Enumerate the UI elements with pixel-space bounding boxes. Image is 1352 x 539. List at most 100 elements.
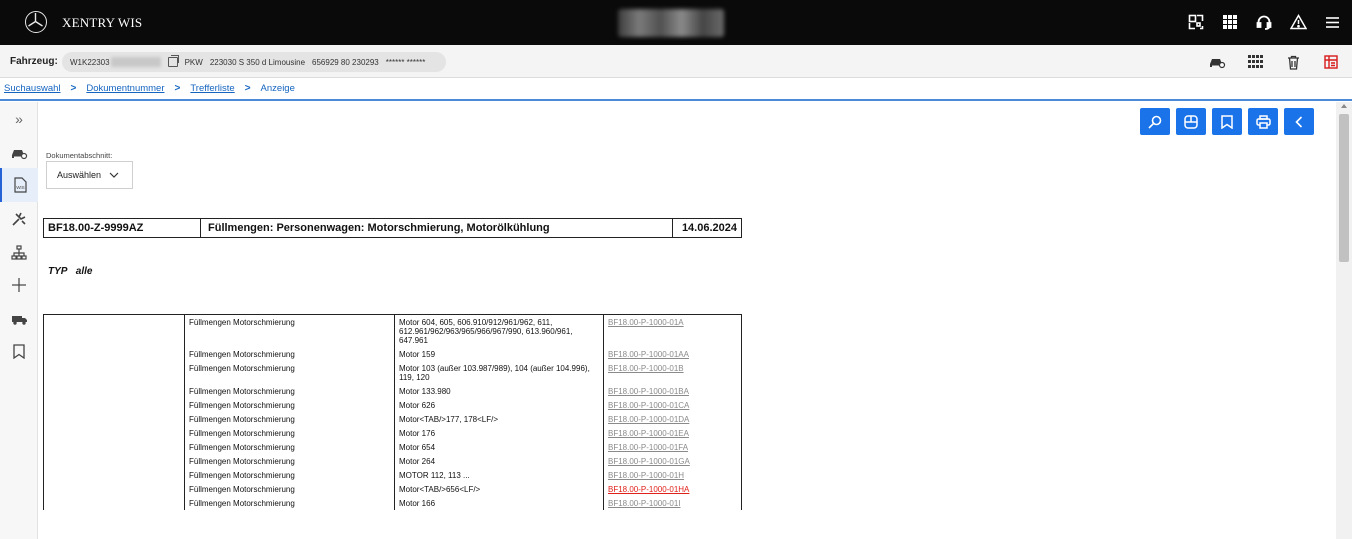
table-cell-description: Füllmengen Motorschmierung bbox=[184, 468, 395, 482]
table-row: Füllmengen Motorschmierung Motor 654 BF18.… bbox=[43, 440, 742, 454]
typ-line: TYP alle bbox=[48, 266, 92, 277]
table-cell-engine: Motor<TAB/>177, 178<LF/> bbox=[394, 412, 604, 426]
table-cell-document-link[interactable]: BF18.00-P-1000-01DA bbox=[604, 412, 742, 426]
clear-vehicle-icon[interactable] bbox=[1322, 53, 1340, 71]
vehicle-type: PKW bbox=[184, 57, 203, 67]
trash-icon[interactable] bbox=[1284, 53, 1302, 71]
breadcrumb-current: Anzeige bbox=[260, 83, 295, 94]
breadcrumb-separator: > bbox=[244, 83, 251, 94]
table-cell-document-link[interactable]: BF18.00-P-1000-01AA bbox=[604, 347, 742, 361]
table-cell-document-link[interactable]: BF18.00-P-1000-01CA bbox=[604, 398, 742, 412]
app-title: XENTRY WIS bbox=[62, 15, 143, 30]
table-row: Füllmengen Motorschmierung MOTOR 112, 113… bbox=[43, 468, 742, 482]
scroll-thumb[interactable] bbox=[1339, 114, 1349, 262]
table-cell-engine: Motor 133.980 bbox=[394, 384, 604, 398]
table-cell-document-link[interactable]: BF18.00-P-1000-01I bbox=[604, 496, 742, 510]
table-cell-description: Füllmengen Motorschmierung bbox=[184, 361, 395, 384]
table-cell-description: Füllmengen Motorschmierung bbox=[184, 347, 395, 361]
table-cell-engine: Motor 176 bbox=[394, 426, 604, 440]
bookmark-icon[interactable] bbox=[0, 334, 38, 368]
apps-grid-icon[interactable] bbox=[1220, 12, 1240, 32]
headset-support-icon[interactable] bbox=[1254, 12, 1274, 32]
blurred-region bbox=[618, 9, 724, 37]
mercedes-logo-icon[interactable] bbox=[25, 11, 47, 33]
collapse-panel-button[interactable] bbox=[1284, 108, 1314, 135]
breadcrumb-trefferliste[interactable]: Trefferliste bbox=[190, 83, 234, 94]
vertical-scrollbar[interactable] bbox=[1336, 102, 1352, 539]
table-cell-document-link[interactable]: BF18.00-P-1000-01GA bbox=[604, 454, 742, 468]
section-select[interactable]: Auswählen bbox=[46, 161, 133, 189]
table-row: Füllmengen Motorschmierung Motor 166 BF18.… bbox=[43, 496, 742, 510]
table-cell-engine: Motor 159 bbox=[394, 347, 604, 361]
table-cell-document-link[interactable]: BF18.00-P-1000-01FA bbox=[604, 440, 742, 454]
table-cell-engine: MOTOR 112, 113 ... bbox=[394, 468, 604, 482]
tools-icon[interactable] bbox=[0, 202, 38, 236]
table-cell-description: Füllmengen Motorschmierung bbox=[184, 426, 395, 440]
table-cell-engine: Motor 604, 605, 606.910/912/961/962, 611… bbox=[394, 314, 604, 347]
copy-icon[interactable] bbox=[167, 55, 179, 67]
table-cell-empty bbox=[43, 314, 185, 347]
table-cell-empty bbox=[43, 361, 185, 384]
scroll-up-icon[interactable] bbox=[1341, 104, 1347, 108]
table-cell-engine: Motor 103 (außer 103.987/989), 104 (auße… bbox=[394, 361, 604, 384]
wis-document-icon[interactable]: WIS bbox=[0, 168, 38, 202]
typ-value: alle bbox=[75, 266, 93, 277]
table-cell-description: Füllmengen Motorschmierung bbox=[184, 440, 395, 454]
table-cell-description: Füllmengen Motorschmierung bbox=[184, 482, 395, 496]
structure-icon bbox=[1184, 114, 1198, 129]
breadcrumb-suchauswahl[interactable]: Suchauswahl bbox=[4, 83, 61, 94]
vehicle-model: 223030 S 350 d Limousine bbox=[209, 57, 306, 67]
table-cell-document-link[interactable]: BF18.00-P-1000-01A bbox=[604, 315, 742, 348]
table-cell-document-link[interactable]: BF18.00-P-1000-01HA bbox=[604, 482, 742, 496]
breadcrumb-separator: > bbox=[70, 83, 77, 94]
table-row: Füllmengen Motorschmierung Motor 176 BF18.… bbox=[43, 426, 742, 440]
search-icon bbox=[1148, 115, 1162, 129]
table-cell-engine: Motor 626 bbox=[394, 398, 604, 412]
print-button[interactable] bbox=[1248, 108, 1278, 135]
plus-icon[interactable] bbox=[0, 268, 38, 302]
chevron-left-icon bbox=[1295, 115, 1303, 128]
table-cell-empty bbox=[43, 398, 185, 412]
warning-icon[interactable] bbox=[1288, 12, 1308, 32]
hierarchy-icon[interactable] bbox=[0, 236, 38, 270]
barcode-icon[interactable] bbox=[1246, 53, 1264, 71]
table-cell-document-link[interactable]: BF18.00-P-1000-01B bbox=[604, 361, 742, 384]
truck-icon[interactable] bbox=[0, 302, 38, 336]
table-row: Füllmengen Motorschmierung Motor<TAB/>177… bbox=[43, 412, 742, 426]
vehicle-search-icon[interactable] bbox=[1208, 53, 1226, 71]
table-row: Füllmengen Motorschmierung Motor 133.980 B… bbox=[43, 384, 742, 398]
table-cell-engine: Motor 654 bbox=[394, 440, 604, 454]
table-cell-empty bbox=[43, 468, 185, 482]
table-cell-description: Füllmengen Motorschmierung bbox=[184, 496, 395, 510]
table-cell-empty bbox=[43, 412, 185, 426]
table-row: Füllmengen Motorschmierung Motor 626 BF18.… bbox=[43, 398, 742, 412]
vehicle-bar: Fahrzeug: W1K22303 PKW 223030 S 350 d Li… bbox=[0, 45, 1352, 78]
table-cell-description: Füllmengen Motorschmierung bbox=[184, 454, 395, 468]
table-cell-document-link[interactable]: BF18.00-P-1000-01BA bbox=[604, 384, 742, 398]
breadcrumb-dokumentnummer[interactable]: Dokumentnummer bbox=[86, 83, 164, 94]
printer-icon bbox=[1255, 114, 1271, 129]
search-button[interactable] bbox=[1140, 108, 1170, 135]
table-cell-empty bbox=[43, 482, 185, 496]
table-cell-description: Füllmengen Motorschmierung bbox=[184, 398, 395, 412]
filling-quantities-table: Füllmengen Motorschmierung Motor 604, 605… bbox=[43, 314, 742, 510]
table-cell-document-link[interactable]: BF18.00-P-1000-01EA bbox=[604, 426, 742, 440]
vehicle-label: Fahrzeug: bbox=[10, 56, 58, 67]
document-header: BF18.00-Z-9999AZ Füllmengen: Personenwag… bbox=[43, 218, 742, 238]
qr-scan-icon[interactable] bbox=[1186, 12, 1206, 32]
section-label: Dokumentabschnitt: bbox=[46, 151, 113, 160]
menu-icon[interactable] bbox=[1322, 12, 1342, 32]
table-row: Füllmengen Motorschmierung Motor 159 BF18.… bbox=[43, 347, 742, 361]
svg-text:WIS: WIS bbox=[16, 185, 25, 190]
table-cell-description: Füllmengen Motorschmierung bbox=[184, 314, 395, 347]
structure-button[interactable] bbox=[1176, 108, 1206, 135]
breadcrumb-separator: > bbox=[174, 83, 181, 94]
car-search-icon[interactable] bbox=[0, 136, 38, 170]
document-number: BF18.00-Z-9999AZ bbox=[44, 219, 201, 237]
vehicle-chip[interactable]: W1K22303 PKW 223030 S 350 d Limousine 65… bbox=[62, 52, 446, 72]
table-cell-empty bbox=[43, 426, 185, 440]
expand-icon[interactable]: » bbox=[0, 102, 38, 136]
table-cell-document-link[interactable]: BF18.00-P-1000-01H bbox=[604, 468, 742, 482]
table-cell-empty bbox=[43, 384, 185, 398]
bookmark-button[interactable] bbox=[1212, 108, 1242, 135]
